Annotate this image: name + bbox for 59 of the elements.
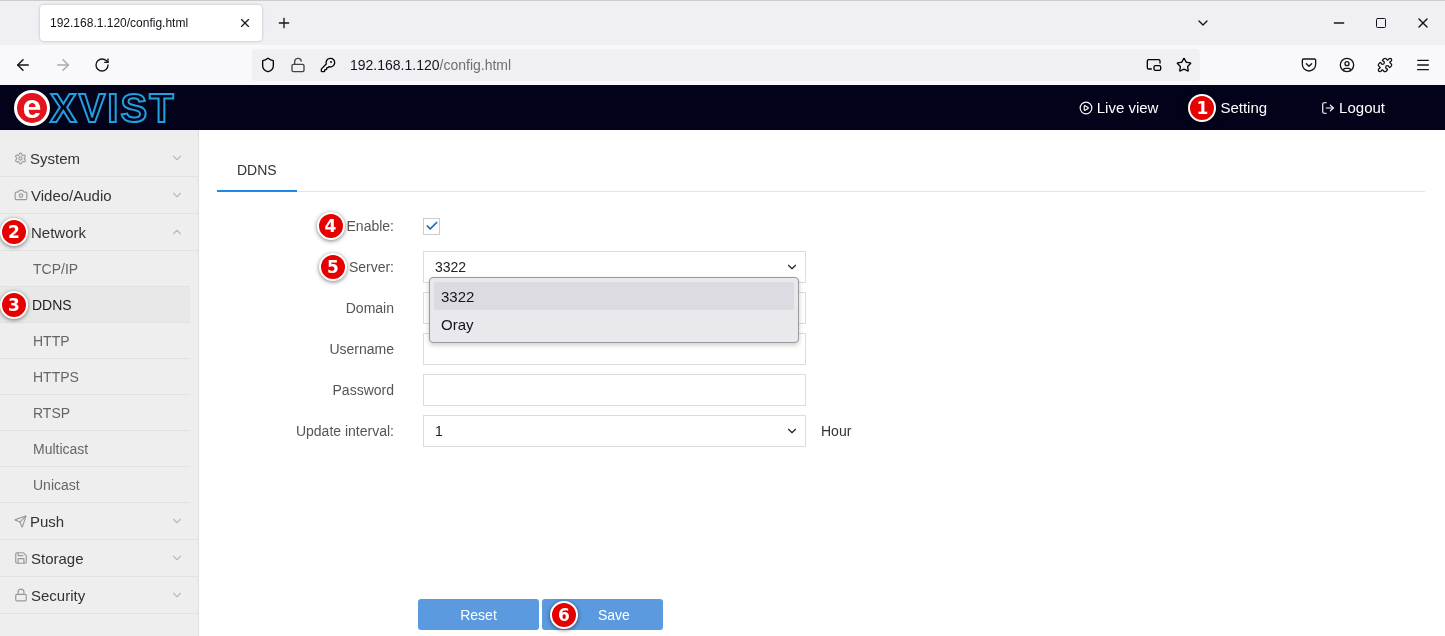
sidebar-subitem[interactable]: HTTPS: [0, 359, 190, 395]
select-field[interactable]: 1: [423, 415, 806, 447]
account-icon[interactable]: [1339, 57, 1355, 73]
sidebar-item[interactable]: Storage: [0, 540, 198, 577]
key-icon: [320, 57, 336, 73]
sidebar-subitem[interactable]: Multicast: [0, 431, 190, 467]
shield-icon: [260, 57, 276, 73]
play-icon: [1078, 100, 1093, 115]
url-text: 192.168.1.120/config.html: [350, 57, 513, 73]
field-label: Password: [332, 382, 394, 398]
callout-badge: 2: [0, 218, 28, 246]
gear-icon: [14, 151, 27, 165]
dropdown-option[interactable]: Oray: [434, 310, 794, 338]
callout-badge: 4: [316, 212, 345, 240]
action-button[interactable]: 6 Save: [542, 599, 663, 630]
nav-link[interactable]: Live view: [1078, 99, 1159, 116]
callout-badge: 6: [550, 600, 578, 629]
sidebar-subitem[interactable]: Unicast: [0, 467, 190, 503]
sidebar-item[interactable]: Video/Audio: [0, 177, 198, 214]
field-label: Enable:: [346, 218, 394, 234]
checkbox[interactable]: [423, 217, 440, 235]
callout-badge: 5: [318, 253, 347, 281]
sidebar-item[interactable]: System: [0, 140, 198, 177]
password-field[interactable]: [423, 374, 806, 406]
lock-icon: [14, 588, 28, 602]
nav-link[interactable]: 1 Setting: [1188, 93, 1268, 122]
nav-link[interactable]: Logout: [1321, 99, 1385, 116]
logout-icon: [1321, 100, 1336, 115]
field-label: Username: [329, 341, 394, 357]
field-label: Domain: [345, 300, 394, 316]
picture-in-picture-icon: [1146, 57, 1162, 73]
field-label: Server:: [348, 259, 394, 275]
new-tab-icon[interactable]: [276, 15, 292, 31]
field-label: Update interval:: [295, 423, 394, 439]
sidebar-item[interactable]: Push: [0, 503, 198, 540]
sidebar-subitem[interactable]: HTTP: [0, 323, 190, 359]
star-icon: [1176, 57, 1192, 73]
dropdown-option[interactable]: 3322: [434, 282, 794, 310]
logo: e XVIST: [14, 87, 176, 128]
camera-icon: [14, 188, 28, 202]
sidebar-item[interactable]: 2 Network: [0, 214, 198, 251]
browser-tab[interactable]: 192.168.1.120/config.html: [40, 5, 262, 41]
callout-badge: 1: [1188, 93, 1217, 122]
address-bar[interactable]: 192.168.1.120/config.html: [252, 49, 1200, 81]
back-icon[interactable]: [14, 56, 32, 74]
callout-badge: 3: [0, 290, 28, 319]
maximize-icon[interactable]: [1375, 17, 1387, 29]
lock-icon: [290, 57, 306, 73]
sidebar-subitem[interactable]: RTSP: [0, 395, 190, 431]
sidebar-item[interactable]: Security: [0, 577, 198, 614]
puzzle-icon[interactable]: [1377, 57, 1393, 73]
close-icon[interactable]: [238, 16, 252, 30]
unit-label: Hour: [821, 423, 852, 439]
sidebar-subitem[interactable]: 3 DDNS: [0, 287, 190, 323]
tab[interactable]: DDNS: [217, 150, 297, 192]
menu-icon[interactable]: [1415, 57, 1431, 73]
reload-icon[interactable]: [94, 57, 110, 73]
send-icon: [14, 514, 27, 528]
pocket-icon[interactable]: [1301, 57, 1317, 73]
